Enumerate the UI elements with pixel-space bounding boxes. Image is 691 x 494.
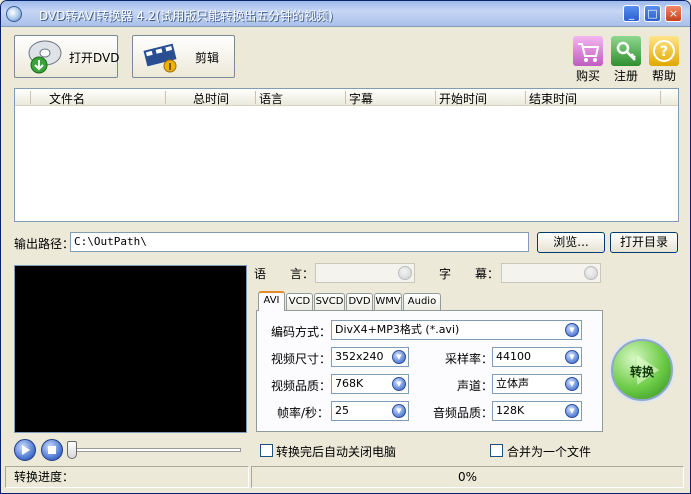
close-button[interactable]: × [665,5,682,22]
video-size-label: 视频尺寸： [271,352,332,366]
audio-quality-value: 128K [496,404,525,417]
register-button[interactable] [611,36,641,66]
column-separator [165,91,166,104]
shopping-cart-icon [578,43,600,62]
tab-audio[interactable]: Audio [403,293,441,310]
chevron-down-icon: ▼ [392,404,406,418]
column-header-filename[interactable]: 文件名 [49,90,85,107]
column-separator [660,91,661,104]
language-select[interactable]: ▼ [315,263,415,283]
channel-value: 立体声 [496,377,529,390]
video-size-value: 352x240 [335,350,384,363]
audio-quality-label: 音频品质： [433,406,494,420]
column-header-end-time[interactable]: 结束时间 [529,90,577,107]
file-list-header: 文件名 总时间 语言 字幕 开始时间 结束时间 [15,89,678,106]
play-button[interactable] [14,439,36,461]
help-label: 帮助 [651,69,676,83]
convert-button[interactable]: 转换 [611,339,673,401]
codec-label: 编码方式： [271,325,332,339]
output-path-field[interactable]: C:\OutPath\ [70,232,529,252]
app-disc-icon [6,6,22,22]
video-preview [14,265,247,433]
browse-button[interactable]: 浏览... [537,232,605,253]
channel-label: 声道： [457,379,494,393]
shutdown-label: 转换完后自动关闭电脑 [276,445,397,459]
output-path-label: 输出路径： [14,237,75,251]
merge-checkbox[interactable] [490,444,503,457]
chevron-down-icon: ▼ [565,377,579,391]
fps-label: 帧率/秒： [277,406,330,420]
progress-percent: 0% [457,470,478,484]
svg-text:?: ? [660,44,668,60]
tab-avi[interactable]: AVI [258,291,285,311]
edit-label: 剪辑 [195,51,220,65]
edit-button[interactable]: 剪辑 [132,35,235,78]
key-icon [616,41,636,61]
merge-label: 合并为一个文件 [507,445,592,459]
progress-bar: 0% [251,466,684,488]
stop-icon [48,446,56,454]
chevron-down-icon: ▼ [392,350,406,364]
progress-label: 转换进度： [14,470,75,484]
shutdown-checkbox[interactable] [260,444,273,457]
help-icon: ? [653,40,675,62]
tab-wmv[interactable]: WMV [374,293,402,310]
codec-value: DivX4+MP3格式 (*.avi) [335,323,460,336]
column-header-language[interactable]: 语言 [259,90,283,107]
title-bar[interactable]: DVD转AVI转换器 4.2(试用版只能转换出五分钟的视频) _ □ × [1,1,690,27]
open-directory-button[interactable]: 打开目录 [610,232,678,253]
dvd-disc-icon [28,40,62,74]
video-quality-select[interactable]: 768K ▼ [331,374,409,394]
progress-status-label-box: 转换进度： [5,466,249,488]
chevron-down-icon: ▼ [392,377,406,391]
open-dvd-button[interactable]: 打开DVD [14,35,120,78]
subtitle-label: 字 幕： [439,267,500,281]
open-dvd-label: 打开DVD [69,51,120,65]
column-header-duration[interactable]: 总时间 [193,90,229,107]
stop-button[interactable] [41,439,63,461]
minimize-button[interactable]: _ [623,5,640,22]
channel-select[interactable]: 立体声 ▼ [492,374,582,394]
fps-select[interactable]: 25 ▼ [331,401,409,421]
maximize-button[interactable]: □ [644,5,661,22]
sample-rate-label: 采样率： [445,352,494,366]
play-icon [22,445,30,455]
convert-label: 转换 [629,365,654,379]
sample-rate-value: 44100 [496,350,531,363]
video-quality-label: 视频品质： [271,379,332,393]
audio-quality-select[interactable]: 128K ▼ [492,401,582,421]
column-header-subtitle[interactable]: 字幕 [349,90,373,107]
register-label: 注册 [613,69,638,83]
chevron-down-icon: ▼ [584,266,598,280]
seek-slider-thumb[interactable] [67,441,77,459]
sample-rate-select[interactable]: 44100 ▼ [492,347,582,367]
seek-track[interactable] [67,448,241,452]
codec-select[interactable]: DivX4+MP3格式 (*.avi) ▼ [331,320,582,340]
video-size-select[interactable]: 352x240 ▼ [331,347,409,367]
chevron-down-icon: ▼ [565,350,579,364]
buy-button[interactable] [573,36,603,66]
column-separator [435,91,436,104]
help-button[interactable]: ? [649,36,679,66]
buy-label: 购买 [575,69,600,83]
app-window: DVD转AVI转换器 4.2(试用版只能转换出五分钟的视频) _ □ × 打开D… [0,0,691,494]
tab-vcd[interactable]: VCD [286,293,313,310]
column-separator [255,91,256,104]
window-title: DVD转AVI转换器 4.2(试用版只能转换出五分钟的视频) [39,9,333,23]
video-quality-value: 768K [335,377,364,390]
file-list[interactable]: 文件名 总时间 语言 字幕 开始时间 结束时间 [14,88,679,222]
language-label: 语 言： [254,267,315,281]
column-separator [345,91,346,104]
fps-value: 25 [335,404,349,417]
column-separator [30,91,31,104]
chevron-down-icon: ▼ [565,404,579,418]
film-clapper-icon [143,43,177,73]
column-header-start-time[interactable]: 开始时间 [439,90,487,107]
subtitle-select[interactable]: ▼ [501,263,601,283]
tab-dvd[interactable]: DVD [346,293,373,310]
chevron-down-icon: ▼ [565,323,579,337]
tab-svcd[interactable]: SVCD [314,293,345,310]
column-separator [525,91,526,104]
chevron-down-icon: ▼ [398,266,412,280]
